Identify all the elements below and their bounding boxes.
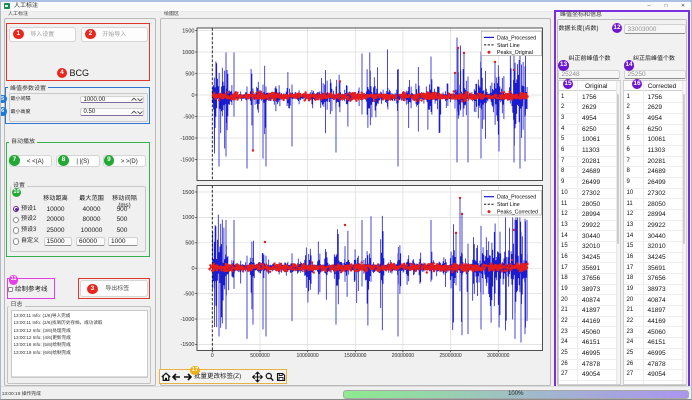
svg-text:1500: 1500 (182, 28, 194, 34)
svg-text:5000000: 5000000 (250, 353, 270, 359)
svg-text:Peaks_Original: Peaks_Original (497, 50, 533, 56)
svg-text:0: 0 (191, 93, 194, 99)
svg-text:15000000: 15000000 (344, 353, 366, 359)
svg-text:0: 0 (211, 353, 214, 359)
svg-text:1500: 1500 (182, 190, 194, 196)
svg-text:-1000: -1000 (180, 136, 194, 142)
svg-text:Start Line: Start Line (497, 43, 520, 49)
svg-text:10000000: 10000000 (296, 353, 318, 359)
svg-text:-500: -500 (183, 114, 194, 120)
svg-text:Data_Processed: Data_Processed (497, 195, 536, 201)
svg-text:1000: 1000 (182, 50, 194, 56)
svg-text:-1500: -1500 (180, 157, 194, 163)
svg-text:-500: -500 (183, 291, 194, 297)
svg-text:500: 500 (185, 241, 194, 247)
svg-text:500: 500 (185, 71, 194, 77)
svg-text:1000: 1000 (182, 215, 194, 221)
svg-text:30000000: 30000000 (487, 353, 509, 359)
svg-text:0: 0 (191, 266, 194, 272)
svg-text:20000000: 20000000 (392, 353, 414, 359)
svg-text:-1000: -1000 (180, 317, 194, 323)
svg-text:-1500: -1500 (180, 342, 194, 348)
svg-text:Peaks_Corrected: Peaks_Corrected (497, 210, 538, 216)
svg-text:Data_Processed: Data_Processed (497, 35, 536, 41)
svg-text:Start Line: Start Line (497, 202, 520, 208)
svg-text:25000000: 25000000 (439, 353, 461, 359)
